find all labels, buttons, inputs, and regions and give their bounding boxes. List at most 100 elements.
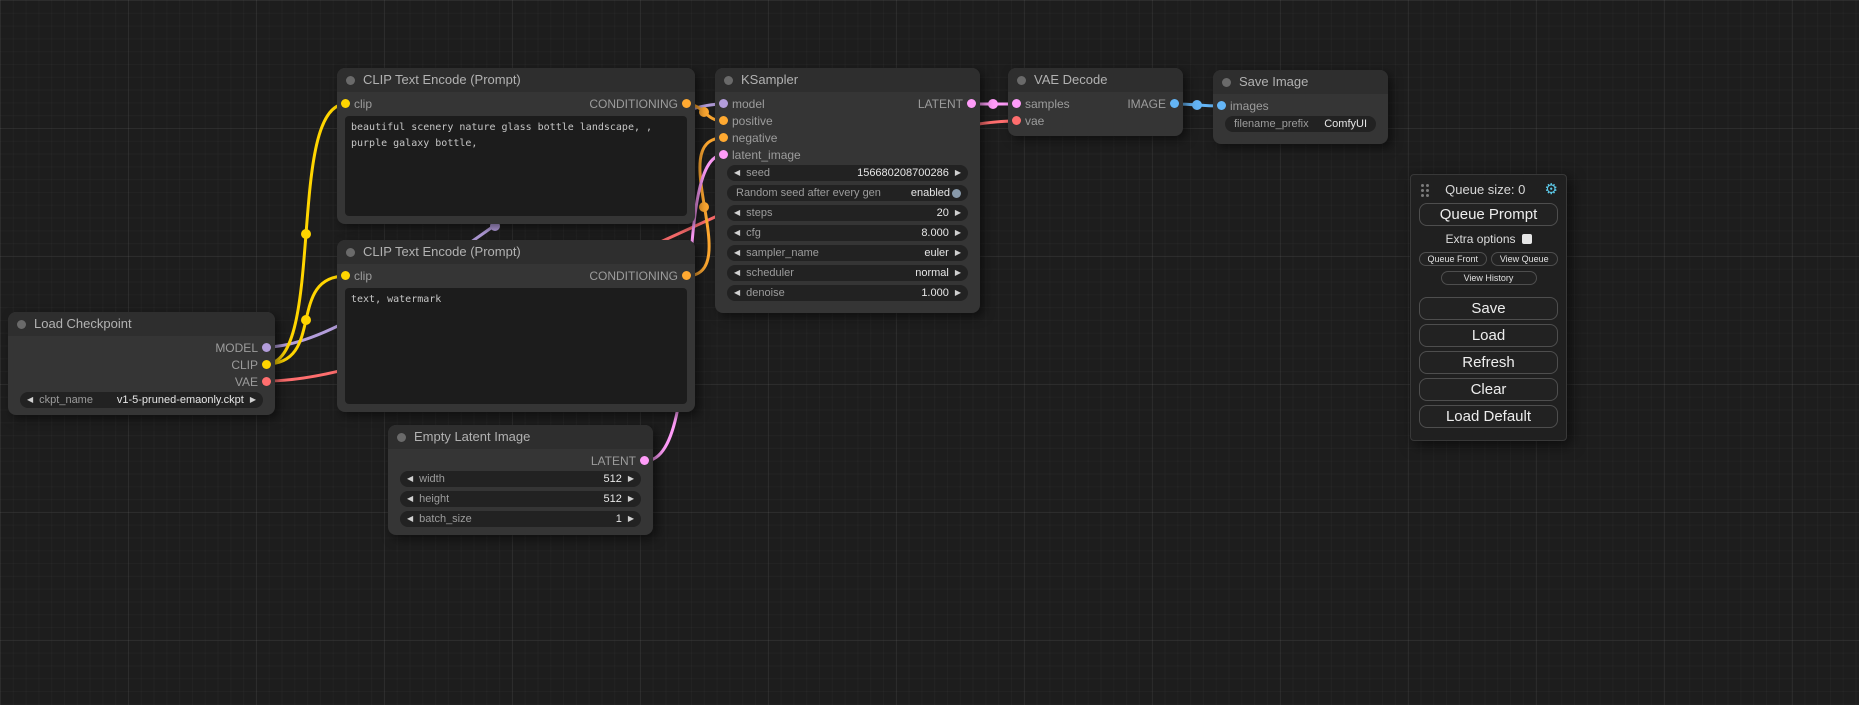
arrow-left-icon[interactable]: ◀ <box>734 265 740 281</box>
vae-output-port[interactable] <box>262 377 271 386</box>
node-title-bar[interactable]: Load Checkpoint <box>8 312 275 336</box>
node-empty-latent-image[interactable]: Empty Latent Image LATENT ◀ width 512 ▶ … <box>388 425 653 535</box>
link-midpoint-dot <box>988 99 998 109</box>
widget-height[interactable]: ◀ height 512 ▶ <box>400 491 641 507</box>
view-history-button[interactable]: View History <box>1441 271 1537 285</box>
arrow-left-icon[interactable]: ◀ <box>27 392 33 408</box>
widget-label: sampler_name <box>746 247 819 259</box>
node-graph-canvas[interactable]: Load Checkpoint MODEL CLIP VAE ◀ ckpt_na… <box>0 0 1859 705</box>
node-title-bar[interactable]: CLIP Text Encode (Prompt) <box>337 240 695 264</box>
clip-output-port[interactable] <box>262 360 271 369</box>
conditioning-output-port[interactable] <box>682 271 691 280</box>
images-input-port[interactable] <box>1217 101 1226 110</box>
arrow-left-icon[interactable]: ◀ <box>734 165 740 181</box>
negative-prompt-textarea[interactable]: text, watermark <box>345 288 687 404</box>
arrow-right-icon[interactable]: ▶ <box>955 205 961 221</box>
vae-input-port[interactable] <box>1012 116 1021 125</box>
model-input-port[interactable] <box>719 99 728 108</box>
widget-ckpt-name[interactable]: ◀ ckpt_name v1-5-pruned-emaonly.ckpt ▶ <box>20 392 263 408</box>
clip-input-port[interactable] <box>341 271 350 280</box>
widget-width[interactable]: ◀ width 512 ▶ <box>400 471 641 487</box>
widget-denoise[interactable]: ◀ denoise 1.000 ▶ <box>727 285 968 301</box>
node-status-dot <box>346 76 355 85</box>
arrow-left-icon[interactable]: ◀ <box>734 205 740 221</box>
widget-batch-size[interactable]: ◀ batch_size 1 ▶ <box>400 511 641 527</box>
clear-button[interactable]: Clear <box>1419 378 1558 401</box>
widget-label: scheduler <box>746 267 794 279</box>
arrow-left-icon[interactable]: ◀ <box>734 225 740 241</box>
arrow-left-icon[interactable]: ◀ <box>407 491 413 507</box>
input-slot-latent-image: latent_image <box>715 146 980 163</box>
extra-options-row: Extra options <box>1419 230 1558 248</box>
node-clip-text-encode-negative[interactable]: CLIP Text Encode (Prompt) clip CONDITION… <box>337 240 695 412</box>
slot-label: images <box>1230 99 1269 113</box>
arrow-right-icon[interactable]: ▶ <box>955 245 961 261</box>
arrow-right-icon[interactable]: ▶ <box>628 491 634 507</box>
widget-cfg[interactable]: ◀ cfg 8.000 ▶ <box>727 225 968 241</box>
widget-sampler-name[interactable]: ◀ sampler_name euler ▶ <box>727 245 968 261</box>
arrow-right-icon[interactable]: ▶ <box>250 392 256 408</box>
widget-random-seed-toggle[interactable]: Random seed after every gen enabled <box>727 185 968 201</box>
arrow-right-icon[interactable]: ▶ <box>955 265 961 281</box>
widget-steps[interactable]: ◀ steps 20 ▶ <box>727 205 968 221</box>
load-button[interactable]: Load <box>1419 324 1558 347</box>
extra-options-checkbox[interactable] <box>1522 234 1532 244</box>
node-title-bar[interactable]: CLIP Text Encode (Prompt) <box>337 68 695 92</box>
widget-value: 1 <box>616 513 622 525</box>
node-save-image[interactable]: Save Image images filename_prefix ComfyU… <box>1213 70 1388 144</box>
widget-value: normal <box>915 267 949 279</box>
node-title: CLIP Text Encode (Prompt) <box>363 244 521 259</box>
save-button[interactable]: Save <box>1419 297 1558 320</box>
latent-image-input-port[interactable] <box>719 150 728 159</box>
arrow-left-icon[interactable]: ◀ <box>407 471 413 487</box>
widget-seed[interactable]: ◀ seed 156680208700286 ▶ <box>727 165 968 181</box>
widget-filename-prefix[interactable]: filename_prefix ComfyUI <box>1225 116 1376 132</box>
link-midpoint-dot <box>301 315 311 325</box>
arrow-right-icon[interactable]: ▶ <box>628 511 634 527</box>
arrow-left-icon[interactable]: ◀ <box>734 245 740 261</box>
node-status-dot <box>397 433 406 442</box>
node-title-bar[interactable]: Empty Latent Image <box>388 425 653 449</box>
load-default-button[interactable]: Load Default <box>1419 405 1558 428</box>
arrow-right-icon[interactable]: ▶ <box>955 225 961 241</box>
latent-output-port[interactable] <box>967 99 976 108</box>
image-output-port[interactable] <box>1170 99 1179 108</box>
output-slot-latent: LATENT <box>388 452 653 469</box>
view-history-row: View History <box>1419 268 1558 287</box>
positive-prompt-textarea[interactable]: beautiful scenery nature glass bottle la… <box>345 116 687 216</box>
queue-prompt-button[interactable]: Queue Prompt <box>1419 203 1558 226</box>
latent-output-port[interactable] <box>640 456 649 465</box>
output-slot-model: MODEL <box>8 339 275 356</box>
slot-label: CLIP <box>231 358 258 372</box>
node-load-checkpoint[interactable]: Load Checkpoint MODEL CLIP VAE ◀ ckpt_na… <box>8 312 275 415</box>
conditioning-output-port[interactable] <box>682 99 691 108</box>
view-queue-button[interactable]: View Queue <box>1491 252 1559 266</box>
widget-scheduler[interactable]: ◀ scheduler normal ▶ <box>727 265 968 281</box>
negative-input-port[interactable] <box>719 133 728 142</box>
arrow-left-icon[interactable]: ◀ <box>734 285 740 301</box>
settings-gear-icon[interactable]: ⚙ <box>1545 182 1558 197</box>
slot-label: VAE <box>235 375 258 389</box>
node-vae-decode[interactable]: VAE Decode samples IMAGE vae <box>1008 68 1183 136</box>
arrow-right-icon[interactable]: ▶ <box>955 165 961 181</box>
node-title-bar[interactable]: Save Image <box>1213 70 1388 94</box>
slot-label: MODEL <box>215 341 258 355</box>
queue-front-button[interactable]: Queue Front <box>1419 252 1487 266</box>
link-midpoint-dot <box>699 107 709 117</box>
toggle-indicator[interactable] <box>952 189 961 198</box>
refresh-button[interactable]: Refresh <box>1419 351 1558 374</box>
clip-input-port[interactable] <box>341 99 350 108</box>
node-title-bar[interactable]: VAE Decode <box>1008 68 1183 92</box>
positive-input-port[interactable] <box>719 116 728 125</box>
arrow-right-icon[interactable]: ▶ <box>955 285 961 301</box>
node-title-bar[interactable]: KSampler <box>715 68 980 92</box>
output-slot-clip: CLIP <box>8 356 275 373</box>
drag-handle-icon[interactable] <box>1421 184 1424 187</box>
arrow-right-icon[interactable]: ▶ <box>628 471 634 487</box>
arrow-left-icon[interactable]: ◀ <box>407 511 413 527</box>
node-title: VAE Decode <box>1034 72 1107 87</box>
node-ksampler[interactable]: KSampler model LATENT positive negative … <box>715 68 980 313</box>
samples-input-port[interactable] <box>1012 99 1021 108</box>
node-clip-text-encode-positive[interactable]: CLIP Text Encode (Prompt) clip CONDITION… <box>337 68 695 224</box>
model-output-port[interactable] <box>262 343 271 352</box>
